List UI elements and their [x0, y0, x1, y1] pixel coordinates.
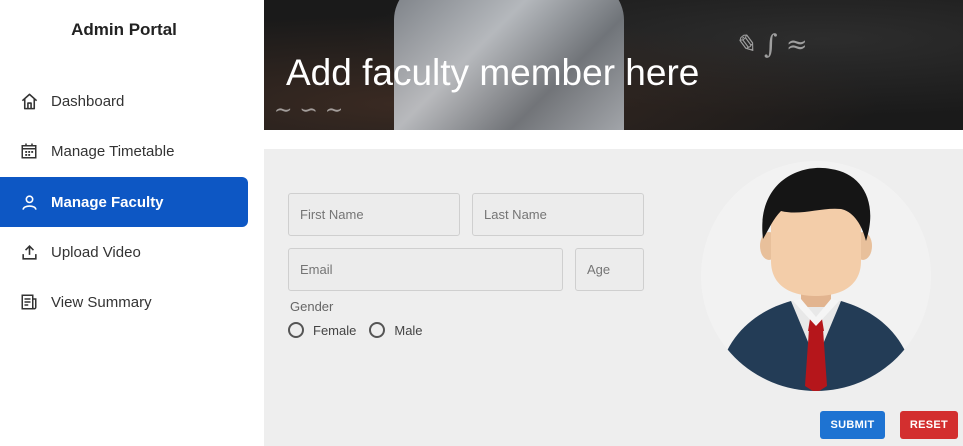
home-icon	[19, 91, 39, 111]
first-name-field[interactable]	[288, 193, 460, 236]
sidebar-item-label: Manage Timetable	[51, 142, 175, 160]
age-field[interactable]	[575, 248, 644, 291]
sidebar-item-upload-video[interactable]: Upload Video	[0, 227, 248, 277]
person-icon	[19, 192, 39, 212]
submit-button[interactable]: SUBMIT	[820, 411, 885, 439]
first-name-input[interactable]	[300, 194, 459, 235]
last-name-input[interactable]	[484, 194, 643, 235]
banner: ✎ ∫ ≈ ∼ ∽ ∼ Add faculty member here	[264, 0, 963, 130]
sidebar-item-dashboard[interactable]: Dashboard	[0, 76, 248, 126]
gender-radio-group: Female Male	[288, 322, 436, 338]
sidebar-item-view-summary[interactable]: View Summary	[0, 277, 248, 327]
avatar	[701, 161, 931, 391]
upload-icon	[19, 242, 39, 262]
radio-label: Female	[313, 322, 357, 338]
age-input[interactable]	[587, 249, 643, 290]
gender-option-male[interactable]: Male	[369, 322, 423, 338]
reset-button[interactable]: RESET	[900, 411, 958, 439]
last-name-field[interactable]	[472, 193, 644, 236]
document-icon	[19, 292, 39, 312]
chalk-scribble-icon: ✎ ∫ ≈	[734, 30, 808, 60]
radio-button[interactable]	[369, 322, 386, 338]
gender-label: Gender	[290, 299, 334, 314]
radio-label: Male	[394, 322, 423, 338]
radio-button[interactable]	[288, 322, 304, 338]
gender-option-female[interactable]: Female	[288, 322, 356, 338]
brand-title: Admin Portal	[71, 20, 177, 39]
email-field[interactable]	[288, 248, 563, 291]
sidebar-item-manage-faculty[interactable]: Manage Faculty	[0, 177, 248, 227]
page-title: Add faculty member here	[286, 52, 700, 93]
email-input[interactable]	[300, 249, 562, 290]
calendar-icon	[19, 141, 39, 161]
faculty-form: Gender Female Male	[264, 149, 963, 446]
sidebar-item-label: Manage Faculty	[51, 193, 164, 211]
sidebar-item-label: Upload Video	[51, 243, 141, 261]
sidebar: Admin Portal Dashboard Manage Timetable …	[0, 0, 264, 446]
sidebar-item-manage-timetable[interactable]: Manage Timetable	[0, 126, 248, 176]
avatar-illustration	[716, 167, 916, 391]
sidebar-item-label: View Summary	[51, 293, 152, 311]
chalk-scribble-icon: ∼ ∽ ∼	[274, 98, 344, 123]
sidebar-item-label: Dashboard	[51, 92, 125, 110]
